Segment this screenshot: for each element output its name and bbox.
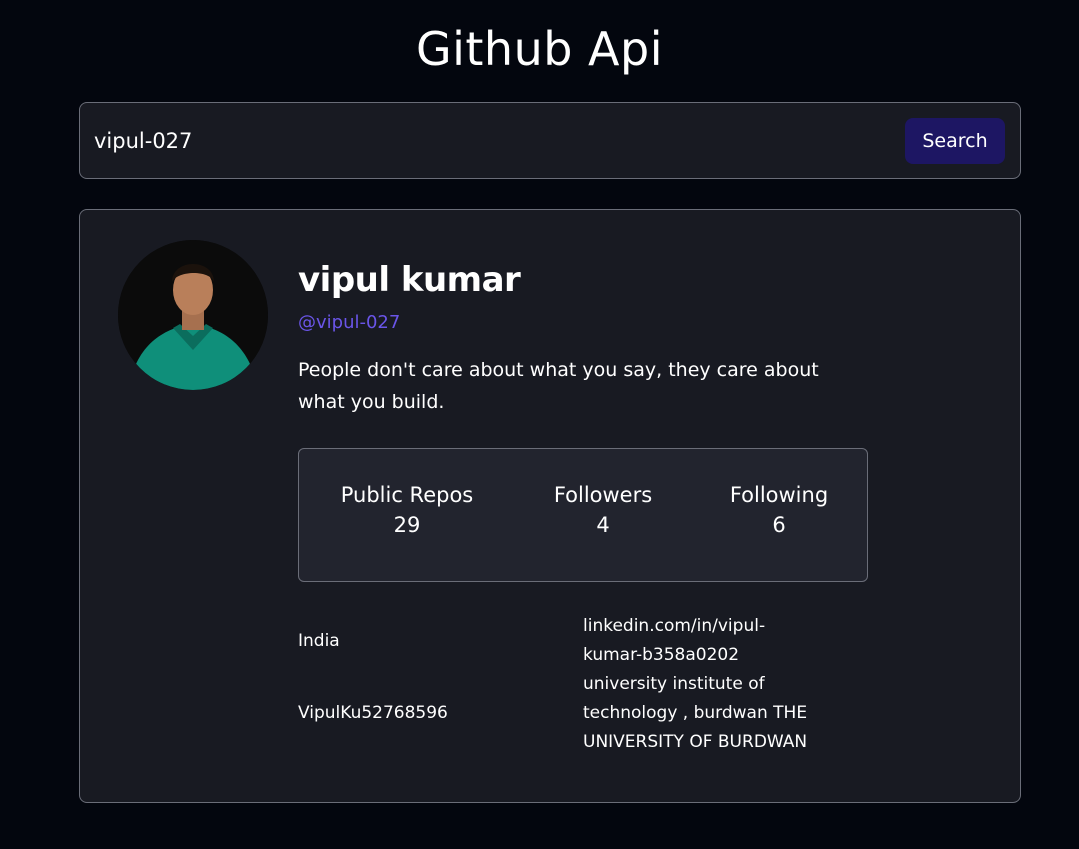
search-button[interactable]: Search (905, 118, 1005, 164)
stat-label: Public Repos (340, 483, 474, 507)
location: India (298, 631, 340, 651)
stat-value: 29 (393, 513, 421, 537)
stat-value: 4 (596, 513, 610, 537)
stat-label: Followers (553, 483, 653, 507)
avatar (118, 240, 268, 390)
page: Github Api Search vipul kumar @vipul-027 (0, 0, 1079, 849)
stat-followers: Followers 4 (547, 483, 659, 537)
company: university institute of technology , bur… (583, 674, 808, 752)
search-input[interactable] (94, 121, 874, 161)
stat-following: Following 6 (722, 483, 836, 537)
user-name: vipul kumar (298, 260, 521, 300)
stats-box: Public Repos 29 Followers 4 Following 6 (298, 448, 868, 582)
profile-card: vipul kumar @vipul-027 People don't care… (79, 209, 1021, 803)
avatar-image (118, 240, 268, 390)
app-title: Github Api (415, 22, 664, 76)
user-login[interactable]: @vipul-027 (298, 312, 400, 333)
blog-link[interactable]: linkedin.com/in/vipul-kumar-b358a0202 (583, 612, 818, 670)
twitter-username[interactable]: VipulKu52768596 (298, 699, 558, 728)
stat-public-repos: Public Repos 29 (331, 483, 483, 537)
user-bio: People don't care about what you say, th… (298, 359, 819, 413)
search-bar: Search (79, 102, 1021, 179)
stat-value: 6 (772, 513, 786, 537)
stat-label: Following (729, 483, 829, 507)
